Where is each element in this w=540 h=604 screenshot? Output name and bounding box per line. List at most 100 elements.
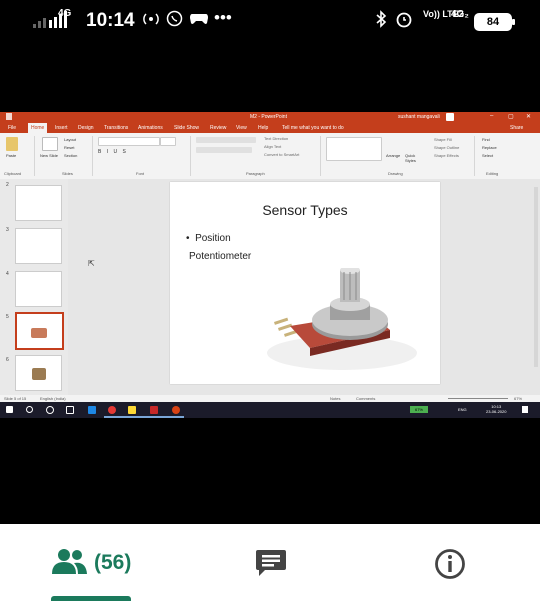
taskbar-clock[interactable]: 10:13 23-06-2020 xyxy=(486,404,506,414)
avatar[interactable] xyxy=(446,113,454,121)
notifications-icon[interactable] xyxy=(522,406,528,413)
save-icon[interactable] xyxy=(6,113,12,120)
zoom-level[interactable]: 67% xyxy=(514,396,522,401)
find-button[interactable]: Find xyxy=(482,137,490,142)
status-bar: 4G 10:14 ••• Vo)) LTE2 4G₂ 84 xyxy=(0,0,540,44)
font-style-buttons[interactable]: B I U S xyxy=(98,149,128,155)
quick-styles-button[interactable]: Quick Styles xyxy=(405,153,425,163)
powerpoint-icon[interactable] xyxy=(172,406,180,414)
arrange-button[interactable]: Arrange xyxy=(386,153,400,158)
bluetooth-icon xyxy=(375,10,387,32)
taskbar-battery[interactable]: 67% xyxy=(410,406,428,413)
layout-button[interactable]: Layout xyxy=(64,137,76,142)
slide-thumbnail[interactable] xyxy=(15,185,62,221)
text-direction-button[interactable]: Text Direction xyxy=(264,136,288,141)
task-view-icon[interactable] xyxy=(66,406,74,414)
tell-me-search[interactable]: Tell me what you want to do xyxy=(282,125,344,131)
new-slide-icon[interactable] xyxy=(42,137,58,151)
tab-file[interactable]: File xyxy=(8,125,16,131)
select-button[interactable]: Select xyxy=(482,153,493,158)
slide-bullet[interactable]: • Position xyxy=(186,233,231,244)
search-icon[interactable] xyxy=(26,406,33,413)
thumbnail-number: 5 xyxy=(6,314,9,320)
font-size-dropdown[interactable] xyxy=(160,137,176,146)
meeting-bottom-nav: (56) xyxy=(0,524,540,604)
chat-icon[interactable] xyxy=(255,548,287,583)
new-slide-label[interactable]: New Slide xyxy=(40,153,60,158)
replace-button[interactable]: Replace xyxy=(482,145,497,150)
participants-count[interactable]: (56) xyxy=(94,551,131,575)
ribbon: Paste Clipboard New Slide Layout Reset S… xyxy=(0,133,540,180)
ribbon-tabs: File Home Insert Design Transitions Anim… xyxy=(0,123,540,133)
slide-counter: Slide 5 of 15 xyxy=(4,396,27,401)
gamepad-icon xyxy=(189,10,209,30)
app-icon-blue[interactable] xyxy=(88,406,96,414)
shape-outline-button[interactable]: Shape Outline xyxy=(434,145,459,150)
paste-icon[interactable] xyxy=(6,137,18,151)
shape-effects-button[interactable]: Shape Effects xyxy=(434,153,459,158)
slide-thumbnail[interactable] xyxy=(15,271,62,307)
notes-button[interactable]: Notes xyxy=(330,396,340,401)
user-name: sushant mangavali xyxy=(398,114,440,120)
tab-insert[interactable]: Insert xyxy=(55,125,68,131)
tab-animations[interactable]: Animations xyxy=(138,125,163,131)
slide-thumbnail-selected[interactable] xyxy=(15,312,64,350)
more-dots-icon: ••• xyxy=(214,8,232,27)
slide-thumbnail[interactable] xyxy=(15,355,62,391)
pdf-icon[interactable] xyxy=(150,406,158,414)
info-icon[interactable] xyxy=(434,548,466,585)
taskbar-language[interactable]: ENG xyxy=(458,407,467,412)
battery-indicator: 84 xyxy=(474,13,515,31)
align-text-button[interactable]: Align Text xyxy=(264,144,281,149)
group-slides: Slides xyxy=(62,171,73,176)
windows-start-icon[interactable] xyxy=(6,406,13,413)
list-buttons[interactable] xyxy=(196,137,256,143)
ppt-status-bar: Slide 5 of 15 English (India) Notes Comm… xyxy=(0,395,540,402)
divider xyxy=(190,136,191,176)
taskbar-date: 23-06-2020 xyxy=(486,409,507,414)
network-label-2: 4G₂ xyxy=(451,9,469,20)
convert-smartart-button[interactable]: Convert to SmartArt xyxy=(264,152,299,157)
zoom-slider[interactable] xyxy=(448,398,508,399)
share-button[interactable]: Share xyxy=(510,125,523,131)
tab-help[interactable]: Help xyxy=(258,125,268,131)
file-explorer-icon[interactable] xyxy=(128,406,136,414)
paste-label[interactable]: Paste xyxy=(6,153,16,158)
potentiometer-thumb-image xyxy=(31,328,47,338)
bullet-text: Position xyxy=(195,233,231,244)
close-icon[interactable]: ✕ xyxy=(526,113,531,120)
minimize-icon[interactable]: – xyxy=(490,113,493,119)
tab-transitions[interactable]: Transitions xyxy=(104,125,128,131)
thumbnail-number: 4 xyxy=(6,271,9,277)
slide-subtext[interactable]: Potentiometer xyxy=(189,251,251,262)
maximize-icon[interactable]: ▢ xyxy=(508,113,514,120)
divider xyxy=(320,136,321,176)
align-buttons[interactable] xyxy=(196,147,252,153)
vertical-scrollbar[interactable] xyxy=(534,187,538,367)
whatsapp-icon xyxy=(166,10,183,31)
shapes-gallery[interactable] xyxy=(326,137,382,161)
section-button[interactable]: Section xyxy=(64,153,77,158)
group-paragraph: Paragraph xyxy=(246,171,265,176)
slide-title[interactable]: Sensor Types xyxy=(170,202,440,218)
slide-thumbnail[interactable] xyxy=(15,228,62,264)
reset-button[interactable]: Reset xyxy=(64,145,74,150)
tab-design[interactable]: Design xyxy=(78,125,94,131)
people-icon[interactable] xyxy=(52,548,88,579)
tab-view[interactable]: View xyxy=(236,125,247,131)
chrome-icon[interactable] xyxy=(108,406,116,414)
comments-button[interactable]: Comments xyxy=(356,396,375,401)
current-slide[interactable]: Sensor Types • Position Potentiometer xyxy=(170,182,440,384)
font-name-dropdown[interactable] xyxy=(98,137,160,146)
tab-home[interactable]: Home xyxy=(28,123,48,133)
shape-fill-button[interactable]: Shape Fill xyxy=(434,137,452,142)
network-type-label: 4G xyxy=(58,8,72,19)
language-indicator[interactable]: English (India) xyxy=(40,396,66,401)
potentiometer-image[interactable] xyxy=(260,266,430,378)
ppt-title-bar: M2 - PowerPoint sushant mangavali – ▢ ✕ xyxy=(0,112,540,123)
tab-review[interactable]: Review xyxy=(210,125,226,131)
tab-slide-show[interactable]: Slide Show xyxy=(174,125,199,131)
cortana-icon[interactable] xyxy=(46,406,54,414)
slide-editor: Sensor Types • Position Potentiometer ⇱ xyxy=(68,179,540,395)
divider xyxy=(92,136,93,176)
